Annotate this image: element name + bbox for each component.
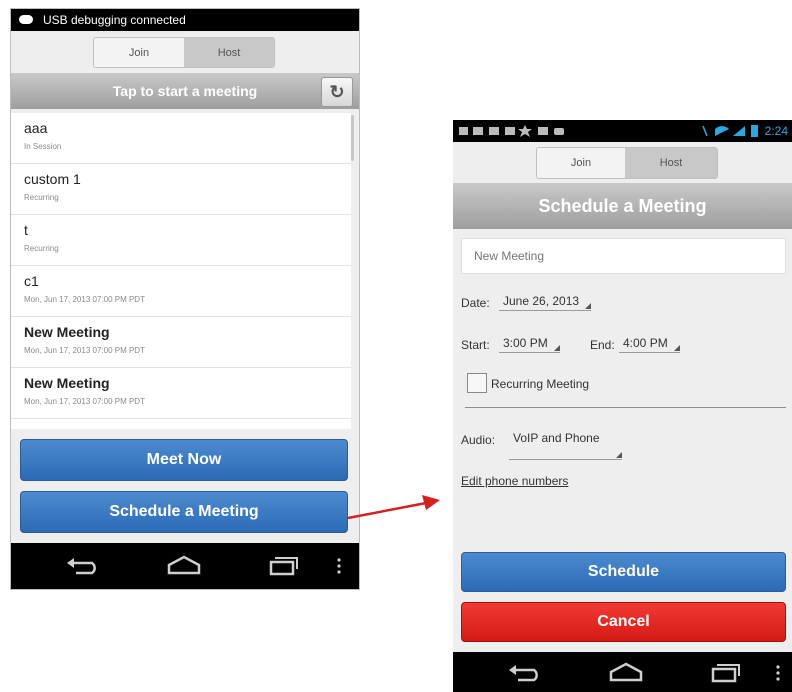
- list-item[interactable]: New Meeting Mon, Jun 17, 2013 07:00 PM P…: [11, 317, 351, 368]
- android-nav-bar: [453, 652, 792, 692]
- usb-icon: [19, 15, 33, 24]
- clock: 2:24: [764, 124, 788, 138]
- list-item[interactable]: New Meeting Mon, Jun 17, 2013 07:00 PM P…: [11, 368, 351, 419]
- home-icon[interactable]: [608, 662, 644, 682]
- dropdown-corner-icon: [585, 303, 592, 309]
- tab-join[interactable]: Join: [94, 38, 184, 67]
- list-item[interactable]: c1 Mon, Jun 17, 2013 07:00 PM PDT: [11, 266, 351, 317]
- list-item[interactable]: custom 1 Recurring: [11, 164, 351, 215]
- start-meeting-banner[interactable]: Tap to start a meeting ↻: [11, 73, 359, 109]
- signal-icons: [702, 125, 758, 137]
- status-bar: USB debugging connected: [11, 9, 359, 31]
- join-host-toggle: Join Host: [93, 37, 275, 68]
- date-label: Date:: [461, 296, 490, 310]
- join-host-toggle: Join Host: [536, 147, 718, 179]
- phone-schedule-screen: 2:24 Join Host Schedule a Meeting Date: …: [453, 120, 792, 692]
- end-time-spinner[interactable]: 4:00 PM: [619, 336, 680, 353]
- schedule-button[interactable]: Schedule: [461, 552, 786, 592]
- home-icon[interactable]: [166, 555, 202, 575]
- meeting-name: t: [24, 222, 28, 238]
- divider: [465, 407, 786, 408]
- recent-apps-icon[interactable]: [269, 556, 299, 576]
- back-icon[interactable]: [508, 664, 542, 682]
- recent-apps-icon[interactable]: [711, 663, 741, 683]
- flow-arrow-icon: [347, 495, 440, 520]
- page-title: Schedule a Meeting: [453, 183, 792, 229]
- status-text: USB debugging connected: [43, 13, 186, 27]
- meeting-list: aaa In Session custom 1 Recurring t Recu…: [11, 113, 351, 429]
- meeting-status: Recurring: [24, 193, 59, 202]
- notification-icons: [459, 125, 564, 137]
- edit-phone-numbers-link[interactable]: Edit phone numbers: [461, 474, 568, 488]
- tab-join[interactable]: Join: [537, 148, 625, 178]
- list-scrollbar[interactable]: [351, 115, 354, 161]
- dropdown-corner-icon: [673, 345, 680, 351]
- meeting-name: custom 1: [24, 171, 81, 187]
- meeting-name: New Meeting: [24, 324, 110, 340]
- meeting-name: New Meeting: [24, 375, 110, 391]
- meeting-status: Recurring: [24, 244, 59, 253]
- meeting-name-field[interactable]: [461, 238, 786, 274]
- back-icon[interactable]: [66, 557, 100, 575]
- tab-host[interactable]: Host: [184, 38, 274, 67]
- dropdown-corner-icon: [553, 345, 560, 351]
- meeting-status: In Session: [24, 142, 62, 151]
- schedule-meeting-button[interactable]: Schedule a Meeting: [20, 491, 348, 533]
- list-item[interactable]: aaa In Session: [11, 113, 351, 164]
- recurring-label: Recurring Meeting: [491, 377, 590, 391]
- audio-value: VoIP and Phone: [513, 431, 600, 445]
- refresh-icon: ↻: [329, 81, 345, 102]
- audio-spinner[interactable]: VoIP and Phone: [509, 431, 622, 460]
- audio-label: Audio:: [461, 433, 496, 447]
- start-label: Start:: [461, 338, 490, 352]
- meeting-name-input[interactable]: [462, 239, 785, 273]
- recurring-checkbox[interactable]: [467, 373, 487, 393]
- meeting-status: Mon, Jun 17, 2013 07:00 PM PDT: [24, 346, 145, 355]
- status-bar: 2:24: [453, 120, 792, 142]
- android-nav-bar: [11, 543, 359, 589]
- banner-text: Tap to start a meeting: [112, 83, 258, 99]
- menu-icon[interactable]: [336, 557, 342, 575]
- meeting-name: aaa: [24, 120, 48, 136]
- end-label: End:: [590, 338, 615, 352]
- start-time-value: 3:00 PM: [503, 336, 548, 350]
- dropdown-corner-icon: [615, 452, 622, 458]
- date-spinner[interactable]: June 26, 2013: [499, 294, 592, 311]
- start-time-spinner[interactable]: 3:00 PM: [499, 336, 560, 353]
- meeting-status: Mon, Jun 17, 2013 07:00 PM PDT: [24, 397, 145, 406]
- menu-icon[interactable]: [775, 664, 781, 682]
- tab-host[interactable]: Host: [625, 148, 717, 178]
- meet-now-button[interactable]: Meet Now: [20, 439, 348, 481]
- cancel-button[interactable]: Cancel: [461, 602, 786, 642]
- list-item[interactable]: t Recurring: [11, 215, 351, 266]
- meeting-name: c1: [24, 273, 39, 289]
- refresh-button[interactable]: ↻: [321, 77, 353, 107]
- end-time-value: 4:00 PM: [623, 336, 668, 350]
- meeting-status: Mon, Jun 17, 2013 07:00 PM PDT: [24, 295, 145, 304]
- date-value: June 26, 2013: [503, 294, 580, 308]
- phone-host-screen: USB debugging connected Join Host Tap to…: [10, 8, 360, 590]
